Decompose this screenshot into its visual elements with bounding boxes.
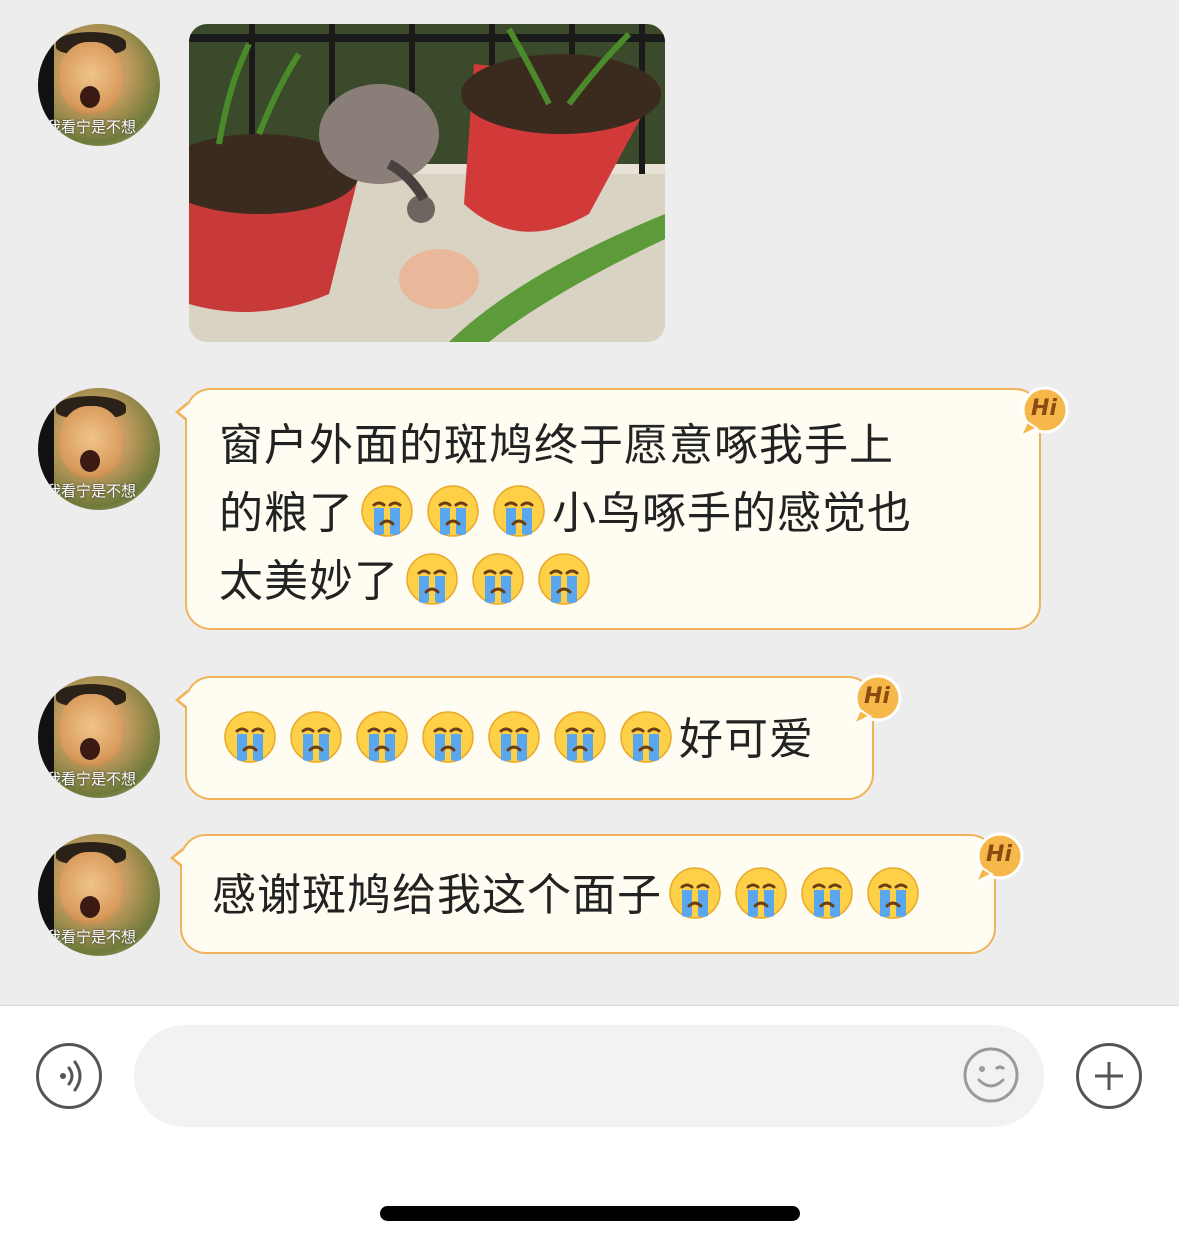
voice-button[interactable] [36, 1043, 102, 1109]
hi-badge: Hi [1015, 386, 1073, 438]
loudly-crying-face-icon [471, 552, 525, 606]
avatar-caption: 我看宁是不想 [46, 928, 137, 946]
avatar[interactable]: 我看宁是不想 [38, 24, 160, 146]
loudly-crying-face-icon [360, 484, 414, 538]
message-line: 太美妙了 [219, 548, 1019, 616]
hi-badge-label: Hi [1031, 396, 1057, 421]
avatar-caption: 我看宁是不想 [46, 770, 137, 788]
hi-badge-label: Hi [864, 684, 890, 709]
message-bubble[interactable]: 感谢斑鸠给我这个面子 [170, 834, 996, 954]
loudly-crying-face-icon [492, 484, 546, 538]
loudly-crying-face-icon [866, 866, 920, 920]
home-indicator[interactable] [380, 1206, 800, 1221]
loudly-crying-face-icon [355, 710, 409, 764]
emoji-icon [963, 1047, 1019, 1103]
avatar-caption: 我看宁是不想 [46, 482, 137, 500]
hi-badge-label: Hi [986, 842, 1012, 867]
loudly-crying-face-icon [223, 710, 277, 764]
plus-icon [1095, 1062, 1123, 1090]
loudly-crying-face-icon [734, 866, 788, 920]
avatar-caption: 我看宁是不想 [46, 118, 137, 136]
loudly-crying-face-icon [668, 866, 722, 920]
loudly-crying-face-icon [537, 552, 591, 606]
loudly-crying-face-icon [289, 710, 343, 764]
chat-area: 我看宁是不想 我看宁是不想 窗户外面的斑鸠终于愿意啄我手上 的粮了 小鸟啄手的感… [0, 0, 1179, 1005]
hi-badge: Hi [848, 674, 906, 726]
avatar[interactable]: 我看宁是不想 [38, 676, 160, 798]
message-image[interactable] [189, 24, 665, 342]
message-line: 的粮了 小鸟啄手的感觉也 [219, 480, 1019, 548]
loudly-crying-face-icon [405, 552, 459, 606]
message-text: 好可爱 [217, 706, 814, 774]
message-text: 窗户外面的斑鸠终于愿意啄我手上 的粮了 小鸟啄手的感觉也 太美妙了 [219, 412, 1019, 616]
message-text: 感谢斑鸠给我这个面子 [212, 862, 926, 930]
message-line: 窗户外面的斑鸠终于愿意啄我手上 [219, 420, 894, 471]
loudly-crying-face-icon [487, 710, 541, 764]
plus-button[interactable] [1076, 1043, 1142, 1109]
loudly-crying-face-icon [426, 484, 480, 538]
message-input[interactable] [134, 1025, 1044, 1127]
spotted-dove-photo-icon [189, 24, 665, 342]
avatar[interactable]: 我看宁是不想 [38, 388, 160, 510]
loudly-crying-face-icon [421, 710, 475, 764]
emoji-button[interactable] [962, 1046, 1020, 1104]
loudly-crying-face-icon [553, 710, 607, 764]
loudly-crying-face-icon [800, 866, 854, 920]
message-bubble[interactable]: 窗户外面的斑鸠终于愿意啄我手上 的粮了 小鸟啄手的感觉也 太美妙了 [175, 388, 1041, 630]
hi-badge: Hi [970, 832, 1028, 884]
loudly-crying-face-icon [619, 710, 673, 764]
avatar[interactable]: 我看宁是不想 [38, 834, 160, 956]
voice-icon [60, 1060, 82, 1092]
message-bubble[interactable]: 好可爱 [175, 676, 874, 800]
